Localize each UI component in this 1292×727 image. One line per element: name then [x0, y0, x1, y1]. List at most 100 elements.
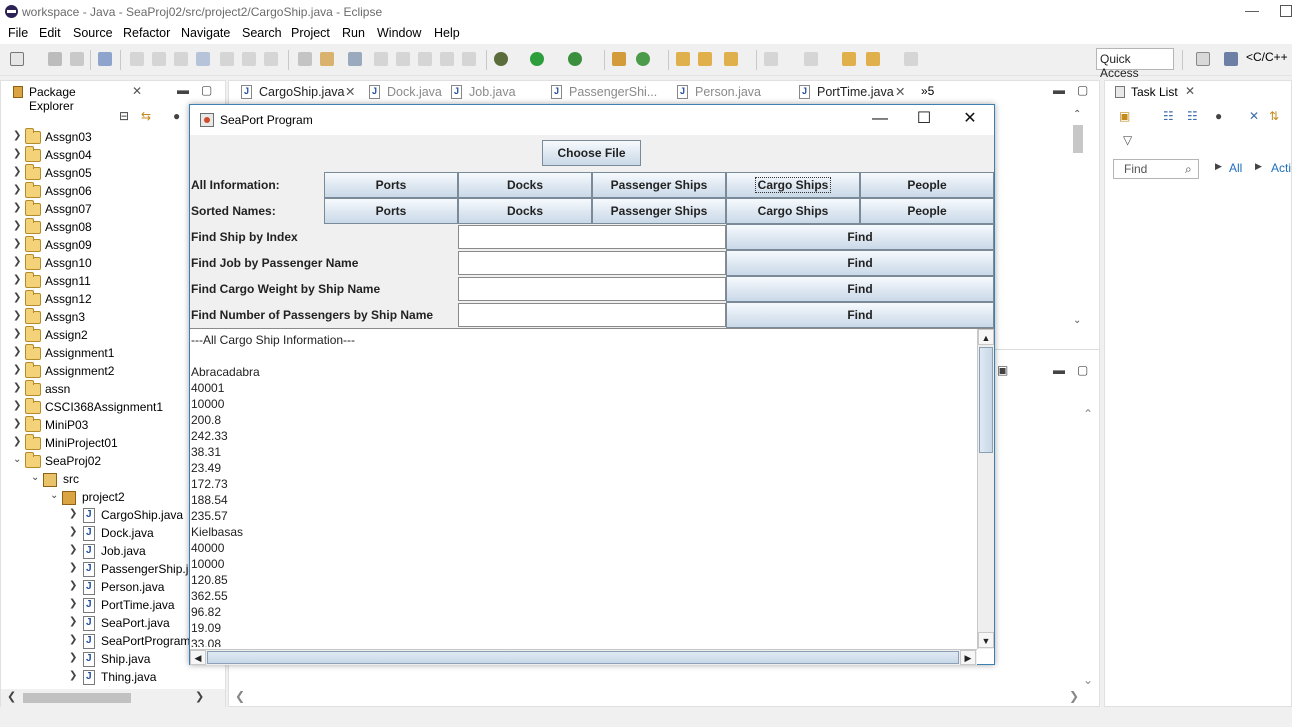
- scroll-thumb[interactable]: [1073, 125, 1083, 153]
- save-all-icon[interactable]: [70, 52, 84, 66]
- categorized-icon[interactable]: ☷: [1163, 109, 1174, 123]
- new-task-icon[interactable]: ▣: [1119, 109, 1130, 123]
- expand-arrow-icon[interactable]: ❯: [69, 634, 79, 648]
- minimize-button[interactable]: —: [858, 108, 902, 132]
- minimize-view-icon[interactable]: ▬: [177, 83, 189, 97]
- scroll-down-icon[interactable]: ▼: [978, 632, 994, 648]
- expand-arrow-icon[interactable]: ❯: [13, 148, 23, 162]
- scroll-right-icon[interactable]: ❯: [1069, 689, 1079, 703]
- new-java-package-icon[interactable]: [612, 52, 626, 66]
- save-icon[interactable]: [48, 52, 62, 66]
- close-icon[interactable]: ✕: [1185, 84, 1195, 98]
- open-perspective-icon[interactable]: [1196, 52, 1210, 66]
- tab-passengership[interactable]: PassengerShi...: [543, 81, 669, 105]
- view-menu-icon[interactable]: ●: [173, 109, 180, 123]
- perspective-cpp-label[interactable]: <C/C++: [1246, 50, 1288, 64]
- scroll-up-icon[interactable]: ⌃: [1073, 109, 1081, 120]
- maximize-view-icon[interactable]: ▢: [1077, 83, 1088, 97]
- scroll-down-icon[interactable]: ⌄: [1083, 673, 1093, 687]
- all-people-button[interactable]: People: [860, 172, 994, 198]
- collapse-all-icon[interactable]: ✕: [1249, 109, 1259, 123]
- find-job-by-passenger-button[interactable]: Find: [726, 250, 994, 276]
- expand-arrow-icon[interactable]: ❯: [69, 562, 79, 576]
- expand-arrow-icon[interactable]: ❯: [13, 256, 23, 270]
- new-java-class-icon[interactable]: [636, 52, 650, 66]
- menu-search[interactable]: Search: [242, 26, 282, 40]
- menu-source[interactable]: Source: [73, 26, 113, 40]
- expand-arrow-icon[interactable]: ❯: [69, 670, 79, 684]
- scroll-right-icon[interactable]: ▶: [960, 650, 976, 665]
- cpp-perspective-icon[interactable]: [1224, 52, 1238, 66]
- minimize-view-icon[interactable]: ▬: [1053, 83, 1065, 97]
- scroll-up-icon[interactable]: ⌃: [1083, 407, 1093, 421]
- find-ship-by-index-input[interactable]: [458, 225, 726, 249]
- scroll-up-icon[interactable]: ▲: [978, 329, 994, 345]
- scroll-thumb[interactable]: [979, 347, 993, 453]
- menu-project[interactable]: Project: [291, 26, 330, 40]
- expand-arrow-icon[interactable]: ❯: [13, 292, 23, 306]
- debug-icon[interactable]: [494, 52, 508, 66]
- all-link[interactable]: All: [1229, 161, 1242, 175]
- open-task-icon[interactable]: [348, 52, 362, 66]
- terminate-icon[interactable]: [174, 52, 188, 66]
- expand-arrow-icon[interactable]: ❯: [13, 364, 23, 378]
- next-annotation-icon[interactable]: [764, 52, 778, 66]
- step-over-icon[interactable]: [242, 52, 256, 66]
- find-cargo-weight-button[interactable]: Find: [726, 276, 994, 302]
- collapse-arrow-icon[interactable]: ⌄: [31, 472, 41, 486]
- sorted-people-button[interactable]: People: [860, 198, 994, 224]
- find-ship-by-index-button[interactable]: Find: [726, 224, 994, 250]
- expand-arrow-icon[interactable]: ❯: [13, 202, 23, 216]
- scroll-right-icon[interactable]: ❯: [195, 690, 204, 703]
- link-with-editor-icon[interactable]: ⇆: [141, 109, 151, 123]
- collapse-arrow-icon[interactable]: ⌄: [13, 454, 23, 468]
- find-passenger-count-button[interactable]: Find: [726, 302, 994, 328]
- previous-annotation-icon[interactable]: [804, 52, 818, 66]
- run-icon[interactable]: [530, 52, 544, 66]
- sorted-passenger-ships-button[interactable]: Passenger Ships: [592, 198, 726, 224]
- editor-vscrollbar[interactable]: ⌃ ⌄: [1069, 109, 1087, 331]
- output-vscrollbar[interactable]: ▲ ▼: [977, 329, 994, 649]
- tab-dock[interactable]: Dock.java: [361, 81, 443, 105]
- sorted-ports-button[interactable]: Ports: [324, 198, 458, 224]
- annotation-icon[interactable]: [724, 52, 738, 66]
- resume-icon[interactable]: [130, 52, 144, 66]
- all-passenger-ships-button[interactable]: Passenger Ships: [592, 172, 726, 198]
- expand-arrow-icon[interactable]: ❯: [13, 328, 23, 342]
- new-icon[interactable]: [10, 52, 24, 66]
- menu-file[interactable]: File: [8, 26, 28, 40]
- last-edit-location-icon[interactable]: [842, 52, 856, 66]
- synchronize-icon[interactable]: ⇅: [1269, 109, 1279, 123]
- package-explorer-hscrollbar[interactable]: ❮ ❯: [1, 689, 225, 707]
- scroll-down-icon[interactable]: ⌄: [1073, 315, 1081, 326]
- find-cargo-weight-input[interactable]: [458, 277, 726, 301]
- expand-arrow-icon[interactable]: ❯: [69, 580, 79, 594]
- collapse-all-icon[interactable]: ⊟: [119, 109, 129, 123]
- maximize-view-icon[interactable]: ▢: [1077, 363, 1088, 377]
- tab-job[interactable]: Job.java: [443, 81, 543, 105]
- output-hscrollbar[interactable]: ◀ ▶: [190, 649, 977, 665]
- close-tab-icon[interactable]: ✕: [345, 84, 355, 99]
- expand-arrow-icon[interactable]: ❯: [13, 166, 23, 180]
- expand-arrow-icon[interactable]: ❯: [69, 598, 79, 612]
- expand-arrow-icon[interactable]: ❯: [69, 544, 79, 558]
- expand-arrow-icon[interactable]: ❯: [13, 130, 23, 144]
- maximize-button[interactable]: ☐: [902, 108, 946, 132]
- expand-arrow-icon[interactable]: ❯: [13, 184, 23, 198]
- maximize-button[interactable]: [1280, 5, 1292, 17]
- open-type-icon[interactable]: [320, 52, 334, 66]
- forward-icon[interactable]: [904, 52, 918, 66]
- close-button[interactable]: ✕: [948, 108, 992, 132]
- choose-file-button[interactable]: Choose File: [542, 140, 641, 166]
- open-folder-icon[interactable]: [698, 52, 712, 66]
- menu-run[interactable]: Run: [342, 26, 365, 40]
- expand-arrow-icon[interactable]: ❯: [69, 526, 79, 540]
- scroll-left-icon[interactable]: ❮: [235, 689, 245, 703]
- open-project-icon[interactable]: [676, 52, 690, 66]
- collapse-arrow-icon[interactable]: ⌄: [50, 490, 60, 504]
- skip-breakpoints-icon[interactable]: [98, 52, 112, 66]
- scroll-thumb[interactable]: [23, 693, 131, 703]
- menu-edit[interactable]: Edit: [39, 26, 61, 40]
- find-passenger-count-input[interactable]: [458, 303, 726, 327]
- close-tab-icon[interactable]: ✕: [895, 84, 905, 99]
